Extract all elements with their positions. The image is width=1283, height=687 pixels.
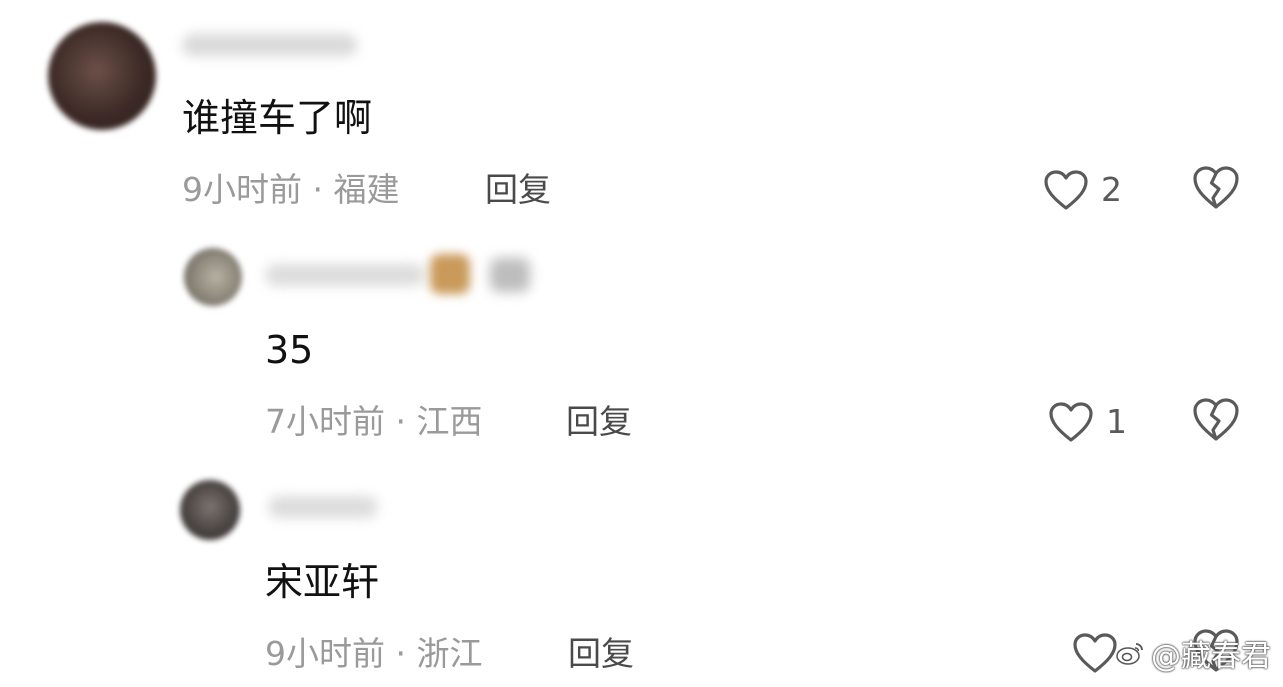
- username-badge-blurred: [490, 258, 530, 292]
- username-blurred[interactable]: [182, 34, 357, 56]
- username-blurred[interactable]: [265, 264, 425, 286]
- comment-text: 谁撞车了啊: [182, 96, 373, 140]
- broken-heart-icon[interactable]: [1192, 397, 1242, 447]
- watermark-text: @藏春君: [1151, 639, 1271, 674]
- heart-outline-icon: [1048, 401, 1094, 443]
- comment-meta: 9小时前 · 浙江: [265, 634, 483, 673]
- comment-1: 谁撞车了啊 9小时前 · 福建 回复 2: [0, 0, 1283, 230]
- watermark: @藏春君: [1115, 631, 1271, 675]
- comment-text: 宋亚轩: [265, 560, 380, 604]
- like-button[interactable]: 2: [1043, 165, 1122, 215]
- avatar[interactable]: [180, 480, 240, 540]
- weibo-logo-icon: [1115, 640, 1145, 666]
- broken-heart-icon[interactable]: [1192, 165, 1242, 215]
- comment-meta: 9小时前 · 福建: [182, 170, 400, 209]
- like-count: 2: [1101, 170, 1122, 209]
- username-emoji-blurred: [430, 254, 470, 294]
- reply-button[interactable]: 回复: [485, 170, 551, 210]
- comment-3: 宋亚轩 9小时前 · 浙江 回复: [0, 460, 1283, 687]
- username-blurred[interactable]: [268, 496, 378, 518]
- reply-button[interactable]: 回复: [566, 402, 632, 442]
- like-button[interactable]: 1: [1048, 397, 1127, 447]
- like-count: 1: [1106, 402, 1127, 441]
- heart-outline-icon: [1072, 632, 1118, 674]
- comment-2: 35 7小时前 · 江西 回复 1: [0, 230, 1283, 460]
- avatar[interactable]: [48, 22, 156, 130]
- avatar[interactable]: [184, 248, 242, 306]
- reply-button[interactable]: 回复: [568, 634, 634, 674]
- heart-outline-icon: [1043, 169, 1089, 211]
- comment-text: 35: [265, 328, 314, 372]
- comment-meta: 7小时前 · 江西: [265, 402, 483, 441]
